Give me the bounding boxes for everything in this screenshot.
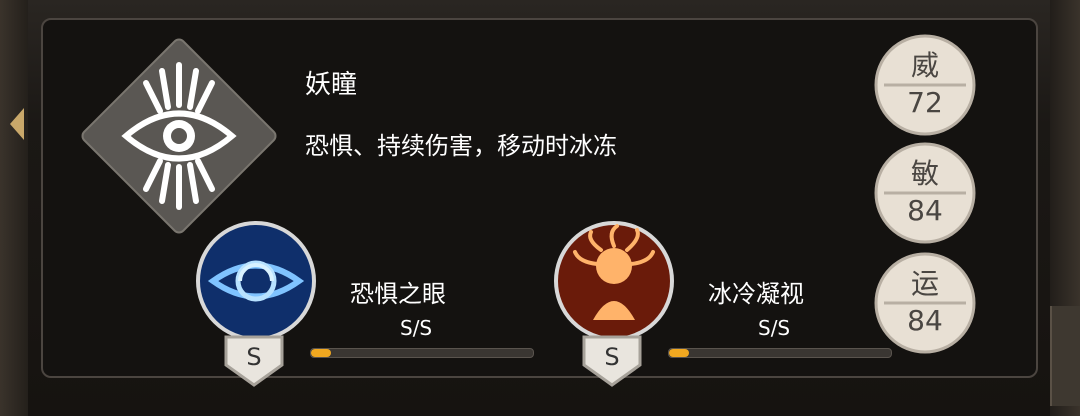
stat-value: 84: [907, 194, 943, 227]
blue-eye-icon[interactable]: [195, 220, 317, 342]
grade-text: S: [246, 343, 262, 371]
medusa-icon[interactable]: [553, 220, 675, 342]
skill-name: 妖瞳: [305, 70, 358, 100]
stat-badge-min[interactable]: 敏 84: [874, 142, 976, 244]
sub-skill-progress-fill: [669, 349, 689, 357]
stat-value: 84: [907, 304, 943, 337]
previous-arrow-icon[interactable]: [10, 108, 24, 140]
sub-skill-progress-bar: [310, 348, 534, 358]
stat-label: 敏: [910, 157, 939, 190]
stat-value: 72: [907, 86, 943, 119]
grade-text: S: [604, 343, 620, 371]
right-side-tab: [1050, 306, 1080, 406]
sub-skill-progress-fill: [311, 349, 331, 357]
sub-skill-name: 恐惧之眼: [350, 280, 446, 308]
stat-badge-yun[interactable]: 运 84: [874, 252, 976, 354]
sub-skill-progress-bar: [668, 348, 892, 358]
stat-badge-wei[interactable]: 威 72: [874, 34, 976, 136]
eye-emblem-icon: [81, 38, 277, 234]
sub-skill-name: 冰冷凝视: [708, 280, 804, 308]
left-panel-edge: [0, 0, 28, 416]
sub-skill-progress-text: S/S: [400, 316, 433, 340]
sub-skill-progress-text: S/S: [758, 316, 791, 340]
skill-description: 恐惧、持续伤害，移动时冰冻: [305, 132, 617, 160]
stat-label: 威: [910, 49, 939, 82]
stat-label: 运: [910, 267, 939, 300]
